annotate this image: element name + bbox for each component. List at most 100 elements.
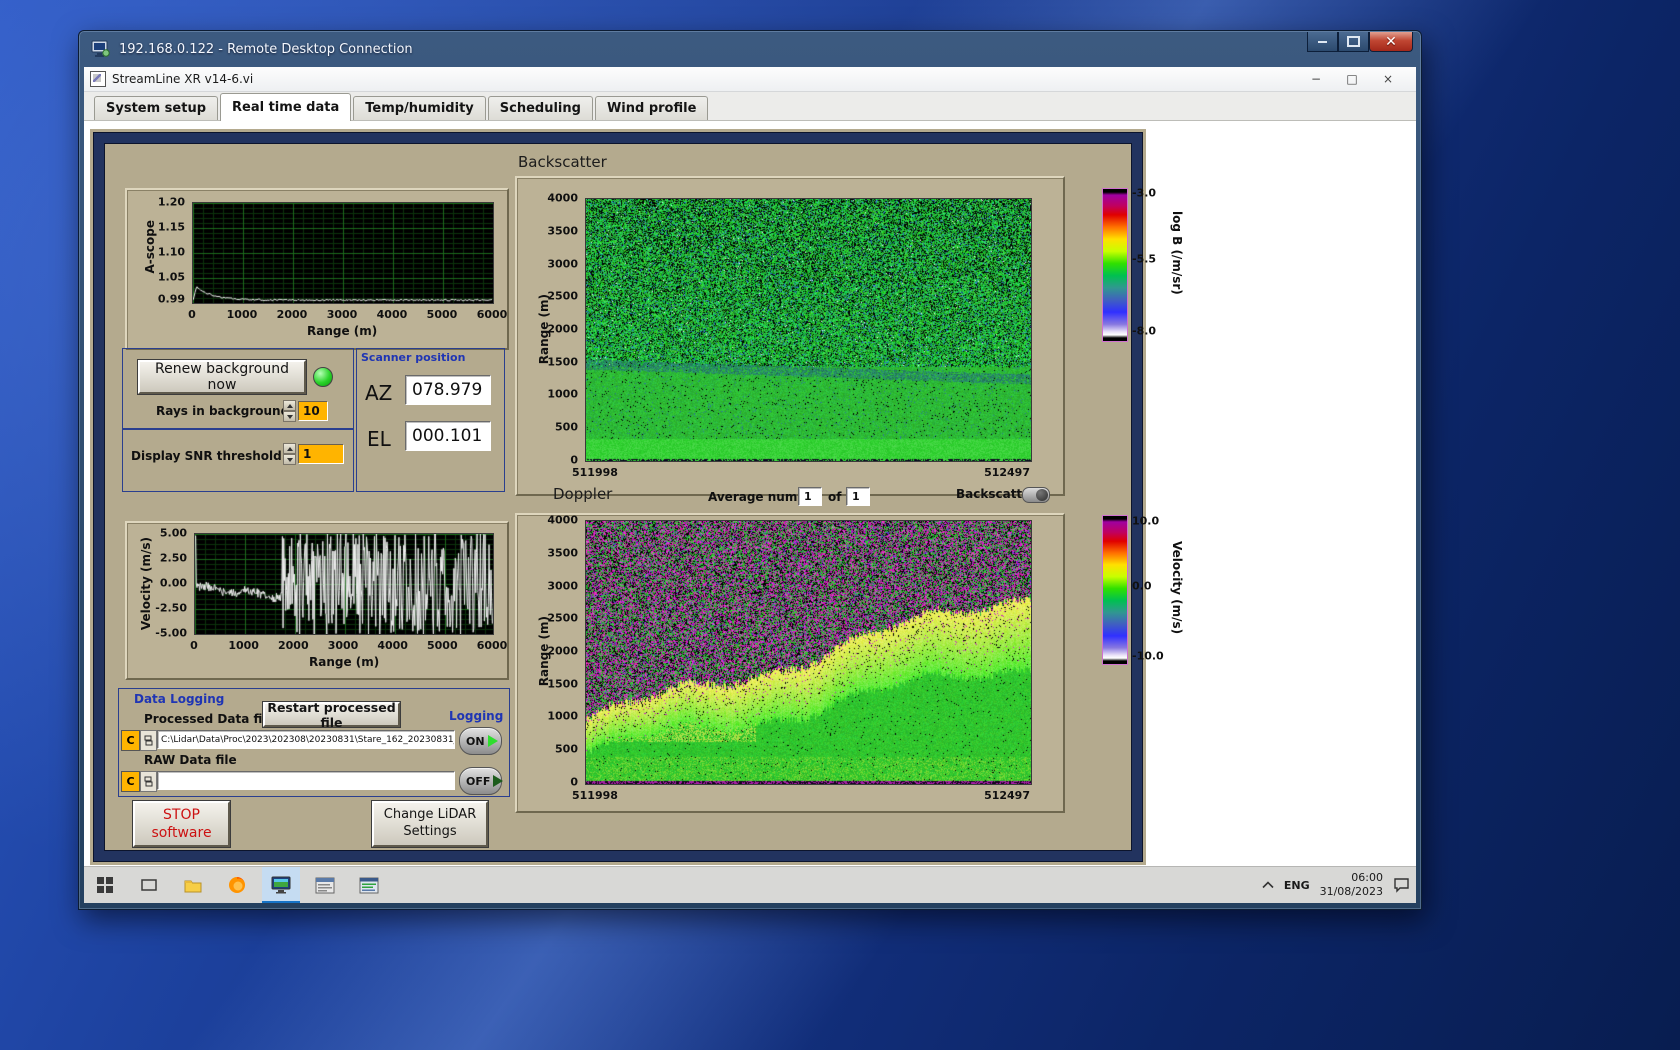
- chevron-up-icon[interactable]: [1262, 881, 1274, 889]
- clock-time: 06:00: [1351, 871, 1383, 885]
- data-logging-title: Data Logging: [134, 692, 225, 706]
- velocity-plot-area: [194, 533, 494, 635]
- velocity-x-ticks: 0 1000 2000 3000 4000 5000 6000: [190, 639, 508, 652]
- vi-front-panel: 1.20 1.15 1.10 1.05 0.99 A-scope 0 1000 200…: [90, 129, 1184, 865]
- tab-temp-humidity[interactable]: Temp/humidity: [353, 96, 486, 120]
- task-view-icon: [141, 879, 157, 891]
- average-total-field[interactable]: 1: [846, 487, 870, 506]
- notification-center-icon[interactable]: [1393, 877, 1410, 893]
- doppler-colorbar-ticks: 10.0 0.0 -10.0: [1132, 514, 1164, 663]
- background-controls-frame: Renew background now Rays in background …: [122, 348, 354, 430]
- doppler-y-label: Range (m): [537, 616, 551, 687]
- raw-logging-toggle[interactable]: OFF: [459, 767, 504, 795]
- snr-spinner[interactable]: [283, 443, 296, 465]
- toggle-off-icon: [493, 775, 504, 787]
- stop-software-button[interactable]: STOP software: [133, 801, 230, 847]
- processed-path-field[interactable]: C:\Lidar\Data\Proc\2023\202308\20230831\…: [157, 730, 455, 749]
- processed-data-file-label: Processed Data file: [144, 712, 275, 726]
- windows-logo-icon: [97, 877, 113, 893]
- scan-scheduler-button[interactable]: [306, 867, 344, 903]
- taskbar-clock[interactable]: 06:00 31/08/2023: [1320, 871, 1383, 899]
- start-button[interactable]: [86, 867, 124, 903]
- rdp-close-button[interactable]: ✕: [1369, 32, 1413, 52]
- ascope-graph-panel: 1.20 1.15 1.10 1.05 0.99 A-scope 0 1000 200…: [125, 188, 509, 350]
- snr-threshold-frame: Display SNR threshold 1: [122, 428, 354, 492]
- toggle-knob: [1036, 489, 1048, 501]
- processed-drive-box[interactable]: C: [121, 730, 140, 751]
- tab-scheduling[interactable]: Scheduling: [487, 96, 593, 120]
- remote-taskbar: ENG 06:00 31/08/2023: [84, 866, 1416, 903]
- processed-logging-toggle[interactable]: ON: [459, 727, 502, 755]
- raw-data-file-label: RAW Data file: [144, 753, 237, 767]
- display-icon: [271, 876, 291, 894]
- snr-value-field[interactable]: 1: [298, 444, 344, 464]
- rays-value-field[interactable]: 10: [298, 401, 328, 421]
- backscatter-colorbar: [1102, 188, 1128, 342]
- rdp-maximize-button[interactable]: [1338, 32, 1369, 52]
- stop-button-line1: STOP: [163, 806, 200, 823]
- processed-browse-icon[interactable]: [140, 730, 157, 751]
- doppler-title: Doppler: [553, 485, 613, 503]
- ascope-plot-area: [192, 202, 494, 304]
- rays-in-background-label: Rays in background: [156, 404, 290, 418]
- close-icon: ✕: [1385, 33, 1397, 50]
- doppler-x-end: 512497: [984, 789, 1030, 802]
- average-number-field[interactable]: 1: [798, 487, 822, 506]
- stop-button-line2: software: [151, 825, 212, 841]
- rdp-app-button[interactable]: [262, 867, 300, 903]
- raw-browse-icon[interactable]: [140, 771, 157, 792]
- backscatter-colorbar-label: log B (/m/sr): [1170, 211, 1184, 295]
- spinner-up-icon[interactable]: [283, 400, 296, 411]
- labview-vi-icon: [90, 71, 106, 87]
- app-titlebar[interactable]: StreamLine XR v14-6.vi − □ ×: [84, 67, 1416, 92]
- file-explorer-button[interactable]: [174, 867, 212, 903]
- backscatter-display-toggle[interactable]: [1022, 487, 1050, 503]
- az-value-field[interactable]: 078.979: [405, 375, 491, 405]
- tab-system-setup[interactable]: System setup: [94, 96, 219, 120]
- spinner-down-icon[interactable]: [283, 411, 296, 422]
- doppler-x-start: 511998: [572, 789, 618, 802]
- rdp-minimize-button[interactable]: [1307, 32, 1338, 52]
- firefox-button[interactable]: [218, 867, 256, 903]
- ascope-x-ticks: 0 1000 2000 3000 4000 5000 6000: [188, 308, 508, 321]
- spinner-up-icon[interactable]: [283, 443, 296, 454]
- maximize-icon: [1347, 36, 1360, 47]
- average-of-label: of: [828, 490, 842, 504]
- velocity-graph-panel: 5.00 2.50 0.00 -2.50 -5.00 Velocity (m/s) …: [125, 521, 509, 680]
- rays-spinner[interactable]: [283, 400, 296, 422]
- folder-icon: [184, 880, 202, 892]
- doppler-plot-area: [585, 520, 1032, 785]
- restart-processed-file-button[interactable]: Restart processed file: [263, 700, 400, 730]
- change-button-line2: Settings: [403, 824, 457, 839]
- backscatter-x-end: 512497: [984, 466, 1030, 479]
- minimize-icon: [1318, 40, 1327, 43]
- tab-strip: System setup Real time data Temp/humidit…: [84, 92, 1416, 121]
- tab-content: 1.20 1.15 1.10 1.05 0.99 A-scope 0 1000 200…: [84, 121, 1416, 866]
- ascope-x-label: Range (m): [307, 324, 378, 338]
- app-minimize-button[interactable]: −: [1298, 72, 1334, 86]
- raw-path-field[interactable]: [157, 771, 455, 790]
- renew-background-button[interactable]: Renew background now: [138, 360, 306, 394]
- logging-label: Logging: [449, 709, 504, 723]
- rdp-window: 192.168.0.122 - Remote Desktop Connectio…: [78, 30, 1422, 910]
- language-indicator[interactable]: ENG: [1284, 879, 1310, 892]
- app-restore-button[interactable]: □: [1334, 72, 1370, 86]
- raw-drive-box[interactable]: C: [121, 771, 140, 792]
- change-button-line1: Change LiDAR: [383, 807, 477, 823]
- data-logging-frame: Data Logging Processed Data file Restart…: [118, 688, 510, 797]
- terminal-window-button[interactable]: [350, 867, 388, 903]
- scanner-position-frame: Scanner position AZ 078.979 EL 000.101: [356, 348, 505, 492]
- app-close-button[interactable]: ×: [1370, 72, 1406, 86]
- task-view-button[interactable]: [130, 867, 168, 903]
- spinner-down-icon[interactable]: [283, 454, 296, 465]
- backscatter-x-start: 511998: [572, 466, 618, 479]
- backscatter-colorbar-ticks: -3.0 -5.5 -8.0: [1132, 186, 1157, 338]
- rdp-titlebar[interactable]: 192.168.0.122 - Remote Desktop Connectio…: [79, 31, 1421, 67]
- tab-real-time-data[interactable]: Real time data: [220, 93, 352, 121]
- ascope-y-label: A-scope: [143, 220, 157, 274]
- change-lidar-settings-button[interactable]: Change LiDAR Settings: [372, 801, 488, 847]
- velocity-y-label: Velocity (m/s): [139, 537, 153, 631]
- el-value-field[interactable]: 000.101: [405, 421, 491, 451]
- tab-wind-profile[interactable]: Wind profile: [594, 96, 709, 120]
- doppler-colorbar-label: Velocity (m/s): [1170, 541, 1184, 635]
